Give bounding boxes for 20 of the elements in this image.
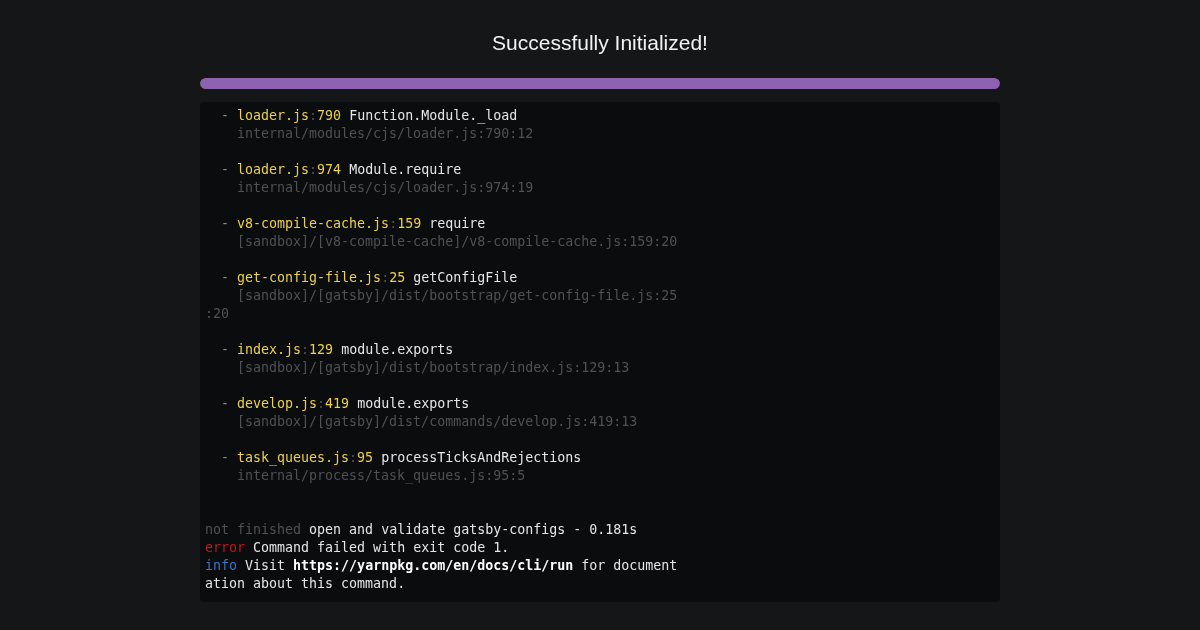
stack-frame-line: - loader.js:974 Module.require xyxy=(220,161,462,179)
stack-frame-line: - develop.js:419 module.exports xyxy=(220,395,470,413)
file-path: [sandbox]/[gatsby]/dist/commands/develop.js:419:13 xyxy=(236,413,638,431)
file-path: :20 xyxy=(205,305,230,323)
stack-frame-line: - task_queues.js:95 processTicksAndRejections xyxy=(220,449,582,467)
file-path: [sandbox]/[gatsby]/dist/bootstrap/get-config-file.js:25 xyxy=(236,287,678,305)
log-line: info Visit https://yarnpkg.com/en/docs/cli/run for document xyxy=(205,557,679,575)
file-path: internal/process/task_queues.js:95:5 xyxy=(236,467,526,485)
stack-frame-line: - index.js:129 module.exports xyxy=(220,341,454,359)
file-path: [sandbox]/[v8-compile-cache]/v8-compile-cache.js:159:20 xyxy=(236,233,678,251)
log-line: error Command failed with exit code 1. xyxy=(205,539,511,557)
log-line: not finished open and validate gatsby-configs - 0.181s xyxy=(205,521,639,539)
file-path: internal/modules/cjs/loader.js:974:19 xyxy=(236,179,534,197)
stack-frame-line: - loader.js:790 Function.Module._load xyxy=(220,107,518,125)
page-title: Successfully Initialized! xyxy=(492,30,708,56)
stack-frame-line: - v8-compile-cache.js:159 require xyxy=(220,215,486,233)
file-path: [sandbox]/[gatsby]/dist/bootstrap/index.js:129:13 xyxy=(236,359,630,377)
log-line: ation about this command. xyxy=(205,575,407,593)
stack-frame-line: - get-config-file.js:25 getConfigFile xyxy=(220,269,518,287)
file-path: internal/modules/cjs/loader.js:790:12 xyxy=(236,125,534,143)
